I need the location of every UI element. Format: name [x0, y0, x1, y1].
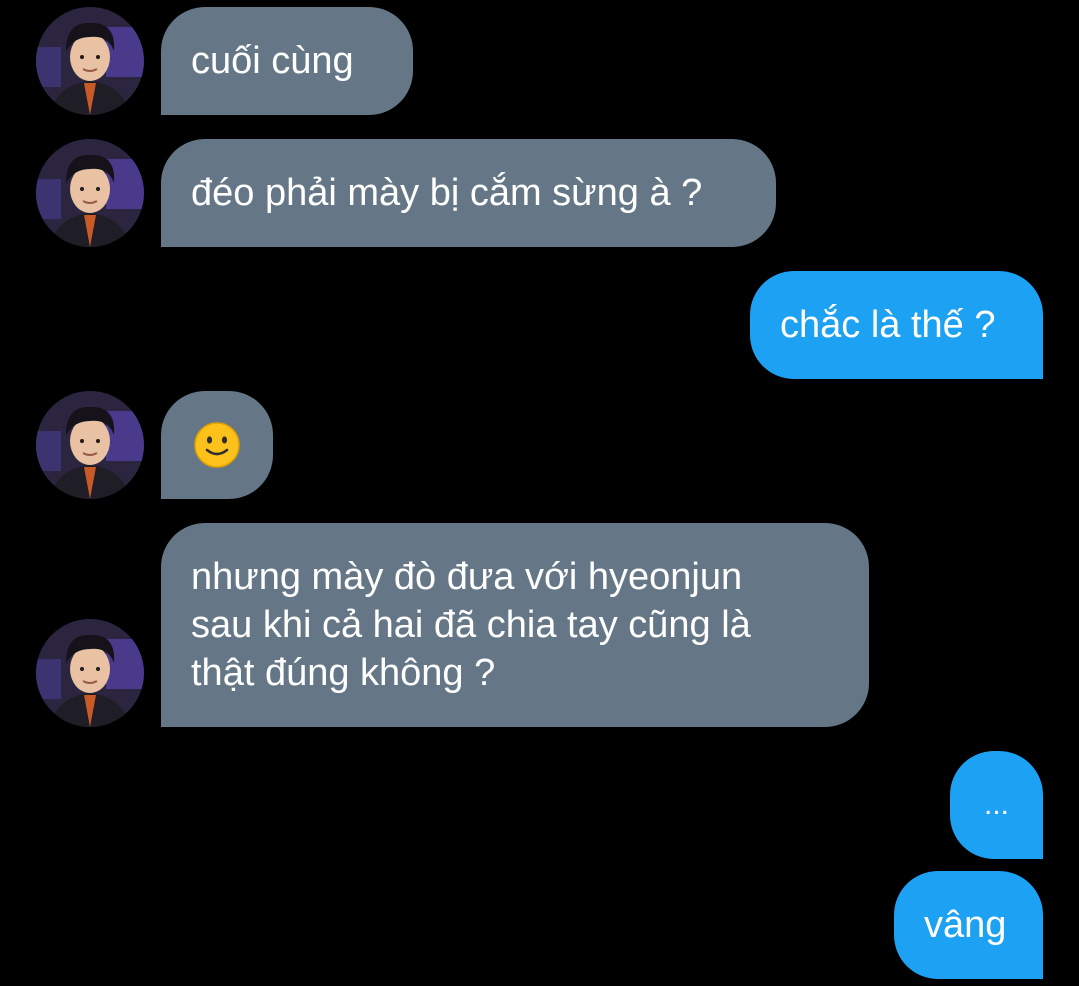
avatar[interactable]: [36, 7, 144, 115]
message-text: cuối cùng: [191, 40, 354, 82]
profile-photo-icon: [36, 7, 144, 115]
message-bubble-outgoing[interactable]: ...: [950, 751, 1043, 859]
message-text: đéo phải mày bị cắm sừng à ?: [191, 172, 703, 214]
avatar[interactable]: [36, 139, 144, 247]
profile-photo-icon: [36, 391, 144, 499]
message-bubble-outgoing[interactable]: chắc là thế ?: [750, 271, 1043, 379]
message-bubble-incoming[interactable]: đéo phải mày bị cắm sừng à ?: [161, 139, 776, 247]
avatar[interactable]: [36, 391, 144, 499]
message-text: chắc là thế ?: [780, 304, 996, 346]
message-bubble-incoming[interactable]: cuối cùng: [161, 7, 413, 115]
slightly-smiling-face-icon: [194, 422, 240, 468]
profile-photo-icon: [36, 139, 144, 247]
message-text: vâng: [924, 904, 1007, 946]
message-text: nhưng mày đò đưa với hyeonjun sau khi cả…: [191, 556, 751, 694]
profile-photo-icon: [36, 619, 144, 727]
message-bubble-outgoing[interactable]: vâng: [894, 871, 1043, 979]
message-text: ...: [983, 788, 1009, 821]
message-bubble-incoming[interactable]: [161, 391, 273, 499]
avatar[interactable]: [36, 619, 144, 727]
message-bubble-incoming[interactable]: nhưng mày đò đưa với hyeonjun sau khi cả…: [161, 523, 869, 727]
